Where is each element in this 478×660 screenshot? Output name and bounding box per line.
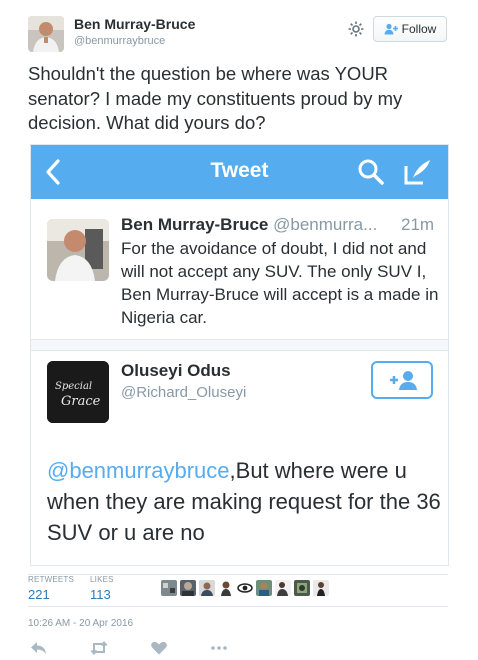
embedded-bar-title: Tweet — [210, 159, 269, 182]
quoted-text: For the avoidance of doubt, I did not an… — [121, 239, 439, 327]
follow-label: Follow — [401, 22, 437, 36]
divider — [28, 606, 448, 607]
reply-mention: @benmurraybruce — [47, 458, 230, 483]
retweets-label: RETWEETS — [28, 575, 75, 584]
likes-count[interactable]: 113 — [90, 587, 111, 602]
liker-avatar[interactable] — [294, 580, 310, 596]
reply-handle: @Richard_Oluseyi — [121, 384, 247, 401]
tweet-timestamp: 10:26 AM - 20 Apr 2016 — [28, 618, 134, 629]
more-icon[interactable] — [210, 641, 228, 655]
embedded-screenshot: Tweet Ben Murray-Bruce @benmurra... 21m … — [30, 144, 449, 566]
quoted-avatar — [47, 219, 109, 281]
liker-avatar[interactable] — [199, 580, 215, 596]
quoted-time: 21m — [401, 215, 435, 234]
search-icon — [357, 158, 385, 186]
reply-avatar-text-line2: Grace — [61, 394, 101, 409]
author-avatar[interactable] — [28, 16, 64, 52]
add-user-icon — [390, 371, 417, 390]
retweets-count[interactable]: 221 — [28, 587, 50, 602]
follow-button[interactable]: Follow — [373, 16, 447, 42]
liker-avatar[interactable] — [218, 580, 234, 596]
quoted-header: Ben Murray-Bruce @benmurra... 21m — [121, 215, 441, 235]
quoted-name: Ben Murray-Bruce — [121, 215, 269, 234]
divider — [31, 339, 448, 351]
gear-icon[interactable] — [347, 20, 365, 38]
add-user-icon — [384, 23, 398, 35]
liker-avatar[interactable] — [275, 580, 291, 596]
likes-label: LIKES — [90, 575, 114, 584]
reply-avatar-text-line1: Special — [55, 381, 92, 392]
like-icon[interactable] — [150, 641, 168, 655]
author-name[interactable]: Ben Murray-Bruce — [74, 16, 195, 32]
liker-avatar[interactable] — [313, 580, 329, 596]
liker-avatars — [161, 580, 329, 600]
reply-icon[interactable] — [30, 641, 48, 655]
reply-text: @benmurraybruce,But where were u when th… — [47, 455, 447, 548]
liker-avatar[interactable] — [180, 580, 196, 596]
liker-avatar[interactable] — [256, 580, 272, 596]
compose-icon — [403, 158, 433, 186]
reply-follow-button — [371, 361, 433, 399]
reply-avatar: Special Grace — [47, 361, 109, 423]
tweet-text: Shouldn't the question be where was YOUR… — [28, 63, 403, 133]
reply-name: Oluseyi Odus — [121, 361, 231, 380]
quoted-handle: @benmurra... — [273, 215, 378, 234]
liker-avatar[interactable] — [161, 580, 177, 596]
author-handle[interactable]: @benmurraybruce — [74, 35, 165, 47]
liker-avatar[interactable] — [237, 580, 253, 596]
retweet-icon[interactable] — [90, 640, 108, 656]
